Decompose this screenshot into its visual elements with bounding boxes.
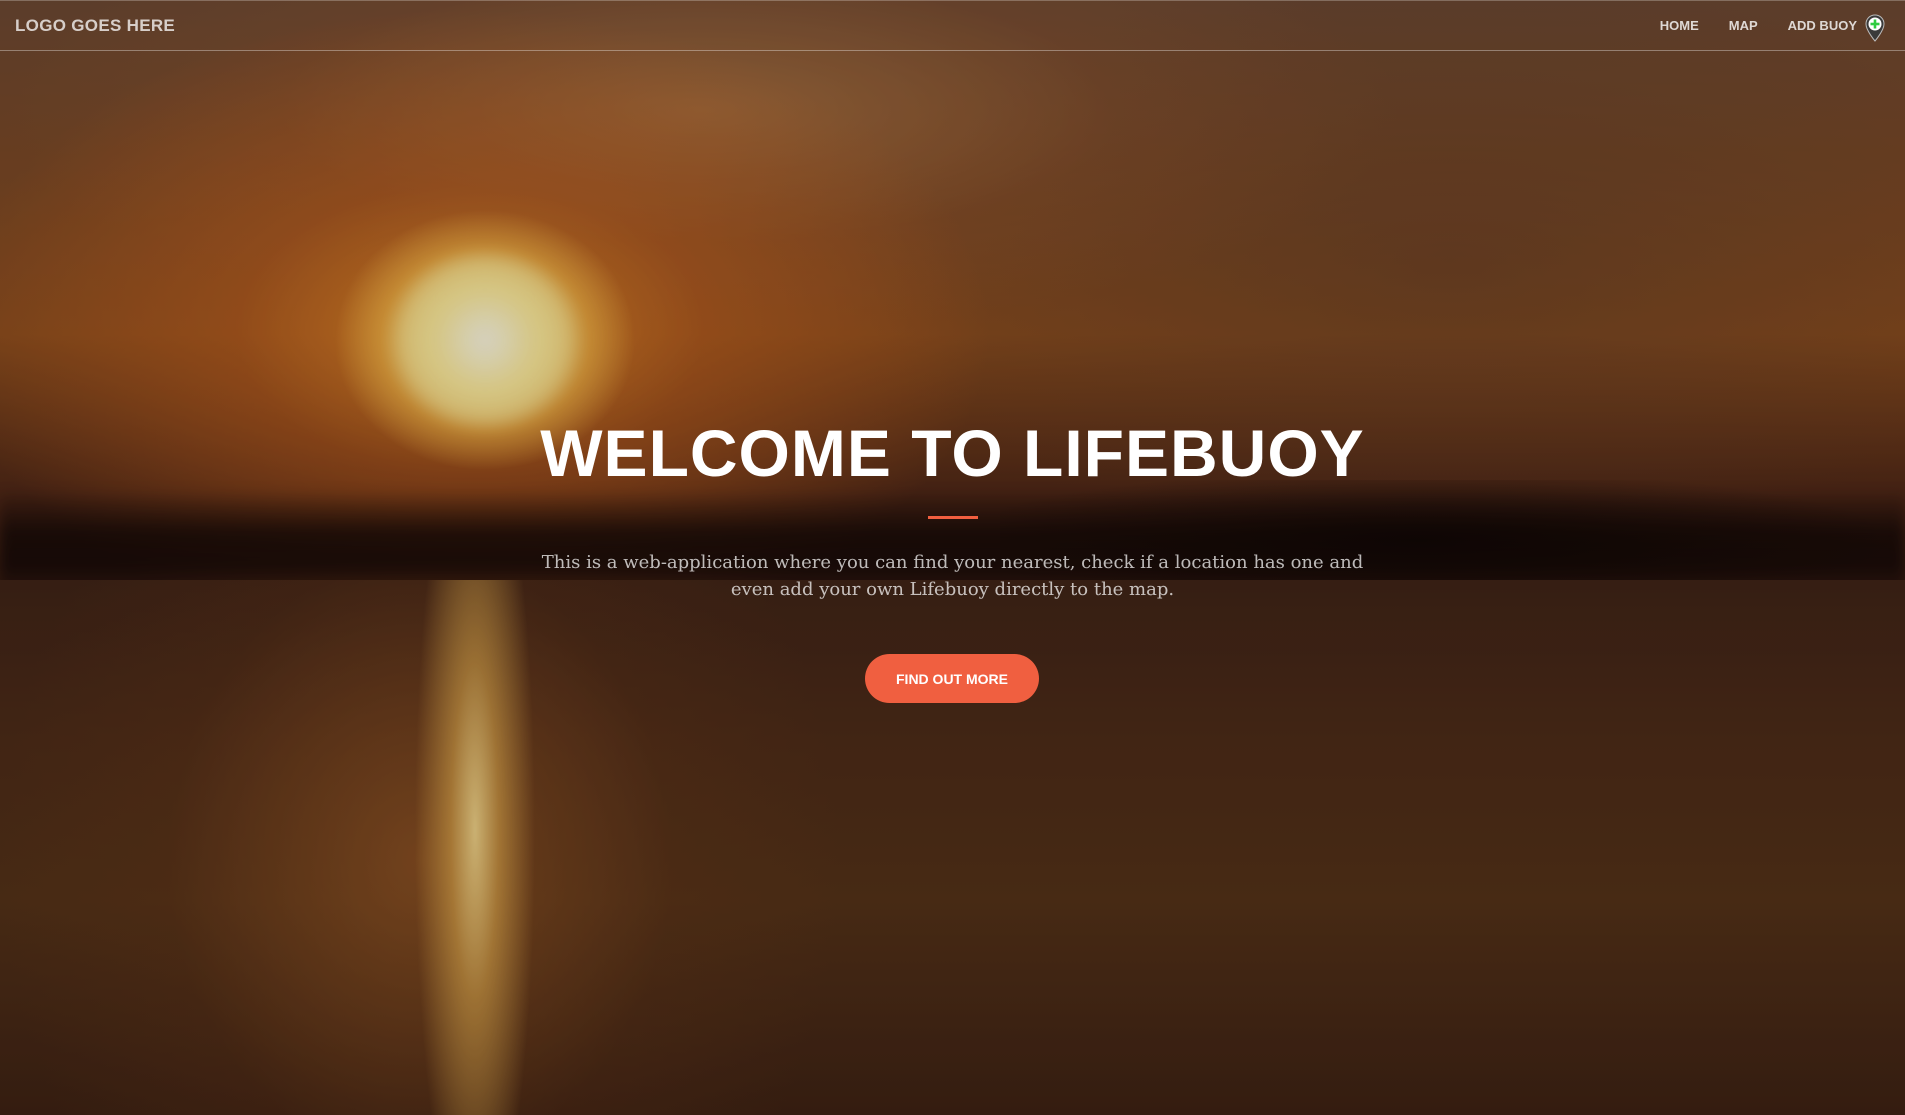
accent-divider bbox=[928, 516, 978, 519]
find-out-more-button[interactable]: FIND OUT MORE bbox=[865, 654, 1039, 703]
nav-link-add-buoy[interactable]: ADD BUOY bbox=[1787, 12, 1885, 42]
hero-subtitle: This is a web-application where you can … bbox=[541, 552, 1364, 600]
brand-logo[interactable]: LOGO GOES HERE bbox=[15, 16, 175, 36]
nav-link-add-buoy-label: ADD BUOY bbox=[1787, 18, 1857, 33]
nav-link-home[interactable]: HOME bbox=[1660, 18, 1699, 33]
map-pin-plus-icon bbox=[1865, 13, 1885, 42]
top-navbar: LOGO GOES HERE HOME MAP ADD BUOY bbox=[0, 0, 1905, 51]
hero-section: LOGO GOES HERE HOME MAP ADD BUOY WELCOME… bbox=[0, 0, 1905, 1115]
nav-link-map[interactable]: MAP bbox=[1729, 18, 1758, 33]
hero-title: WELCOME TO LIFEBUOY bbox=[540, 416, 1365, 490]
nav-links: HOME MAP ADD BUOY bbox=[1630, 12, 1885, 42]
